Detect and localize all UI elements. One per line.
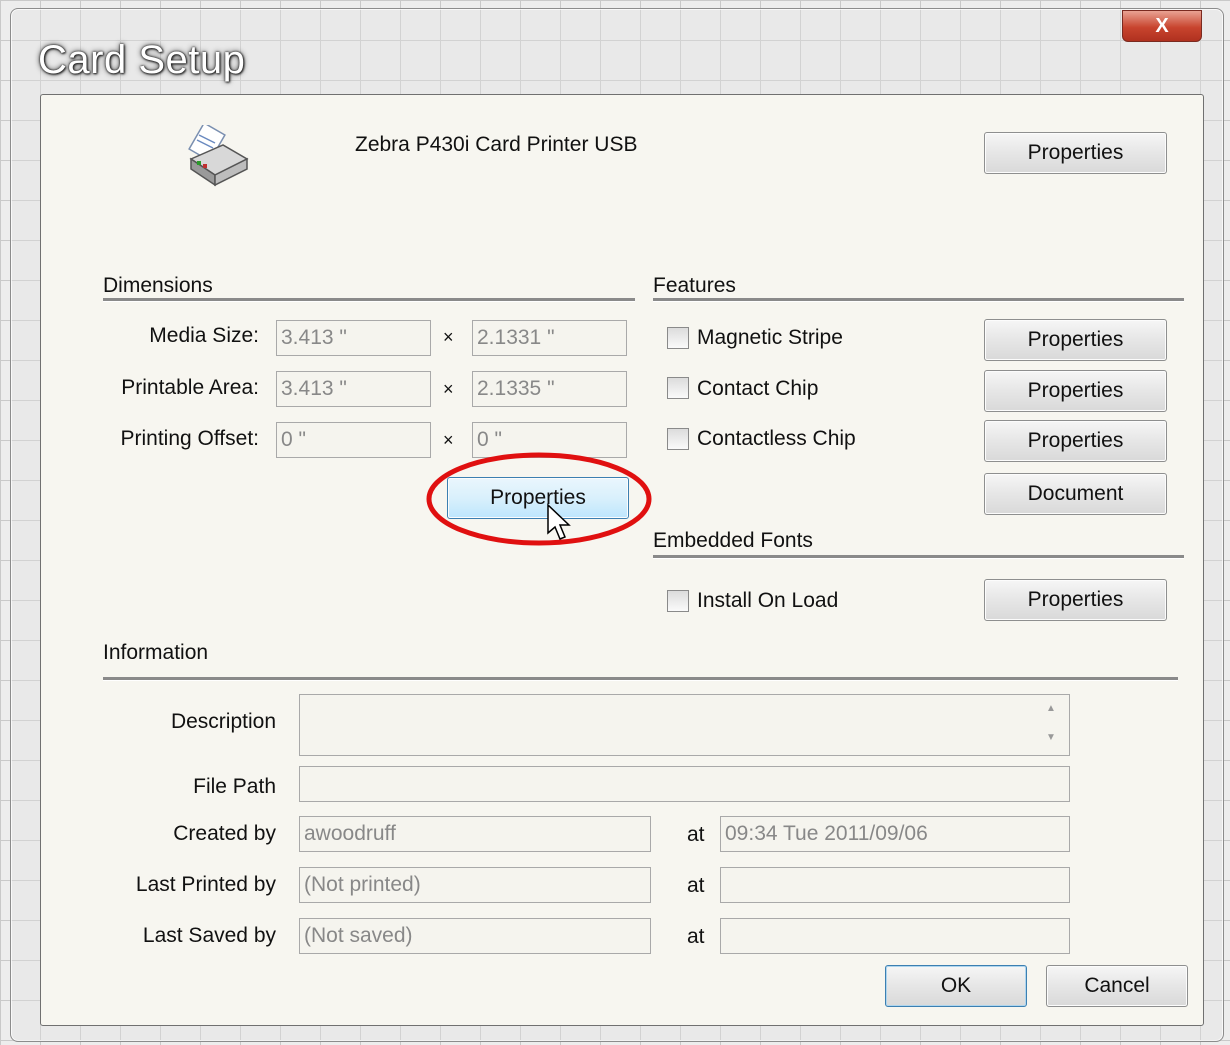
close-icon: X — [1155, 15, 1169, 37]
printing-offset-label: Printing Offset: — [120, 427, 259, 450]
highlight-circle — [426, 452, 652, 546]
contactless-chip-label: Contactless Chip — [697, 427, 856, 450]
last-printed-at-field[interactable] — [720, 867, 1070, 903]
times-sign: × — [443, 379, 454, 399]
printable-area-label: Printable Area: — [121, 376, 259, 399]
document-button[interactable]: Document — [984, 473, 1167, 515]
offset-x-field[interactable]: 0 " — [276, 422, 431, 458]
embedded-fonts-properties-button[interactable]: Properties — [984, 579, 1167, 621]
last-saved-by-label: Last Saved by — [142, 924, 276, 947]
cancel-button[interactable]: Cancel — [1046, 965, 1188, 1007]
scroll-up-icon[interactable]: ▲ — [1046, 703, 1056, 714]
last-printed-by-label: Last Printed by — [135, 873, 276, 896]
created-at-field[interactable]: 09:34 Tue 2011/09/06 — [720, 816, 1070, 852]
information-heading: Information — [103, 641, 209, 664]
contact-chip-properties-button[interactable]: Properties — [984, 370, 1167, 412]
mouse-cursor-icon — [547, 503, 571, 540]
media-width-field[interactable]: 3.413 " — [276, 320, 431, 356]
contact-chip-checkbox[interactable] — [667, 377, 689, 399]
features-heading: Features — [653, 274, 736, 297]
printer-name: Zebra P430i Card Printer USB — [355, 133, 638, 156]
created-by-field[interactable]: awoodruff — [299, 816, 651, 852]
printer-properties-button[interactable]: Properties — [984, 132, 1167, 174]
media-height-field[interactable]: 2.1331 " — [472, 320, 627, 356]
information-separator — [103, 677, 1178, 681]
description-label: Description — [170, 710, 276, 733]
file-path-field[interactable] — [299, 766, 1070, 802]
printer-icon — [188, 125, 249, 187]
printable-height-field[interactable]: 2.1335 " — [472, 371, 627, 407]
dimensions-separator — [103, 298, 635, 302]
created-by-label: Created by — [173, 822, 276, 845]
window-title: Card Setup — [38, 38, 246, 82]
install-on-load-label: Install On Load — [697, 589, 839, 612]
install-on-load-checkbox[interactable] — [667, 590, 689, 612]
features-separator — [653, 298, 1184, 302]
created-at-label: at — [687, 823, 705, 846]
description-field[interactable] — [299, 694, 1070, 756]
contactless-chip-properties-button[interactable]: Properties — [984, 420, 1167, 462]
contact-chip-label: Contact Chip — [697, 377, 819, 400]
dialog-client-area: Zebra P430i Card Printer USB Properties … — [40, 94, 1204, 1026]
last-saved-at-label: at — [687, 925, 705, 948]
last-saved-at-field[interactable] — [720, 918, 1070, 954]
times-sign: × — [443, 327, 454, 347]
last-printed-at-label: at — [687, 874, 705, 897]
dimensions-heading: Dimensions — [103, 274, 213, 297]
ok-button[interactable]: OK — [885, 965, 1027, 1007]
file-path-label: File Path — [193, 775, 276, 798]
magnetic-stripe-properties-button[interactable]: Properties — [984, 319, 1167, 361]
magnetic-stripe-checkbox[interactable] — [667, 327, 689, 349]
last-saved-by-field[interactable]: (Not saved) — [299, 918, 651, 954]
printable-width-field[interactable]: 3.413 " — [276, 371, 431, 407]
magnetic-stripe-label: Magnetic Stripe — [697, 326, 843, 349]
close-button[interactable]: X — [1122, 10, 1202, 42]
scroll-down-icon[interactable]: ▼ — [1046, 732, 1056, 743]
embedded-fonts-heading: Embedded Fonts — [653, 529, 813, 552]
contactless-chip-checkbox[interactable] — [667, 428, 689, 450]
embedded-fonts-separator — [653, 555, 1184, 559]
last-printed-by-field[interactable]: (Not printed) — [299, 867, 651, 903]
media-size-label: Media Size: — [149, 324, 259, 347]
